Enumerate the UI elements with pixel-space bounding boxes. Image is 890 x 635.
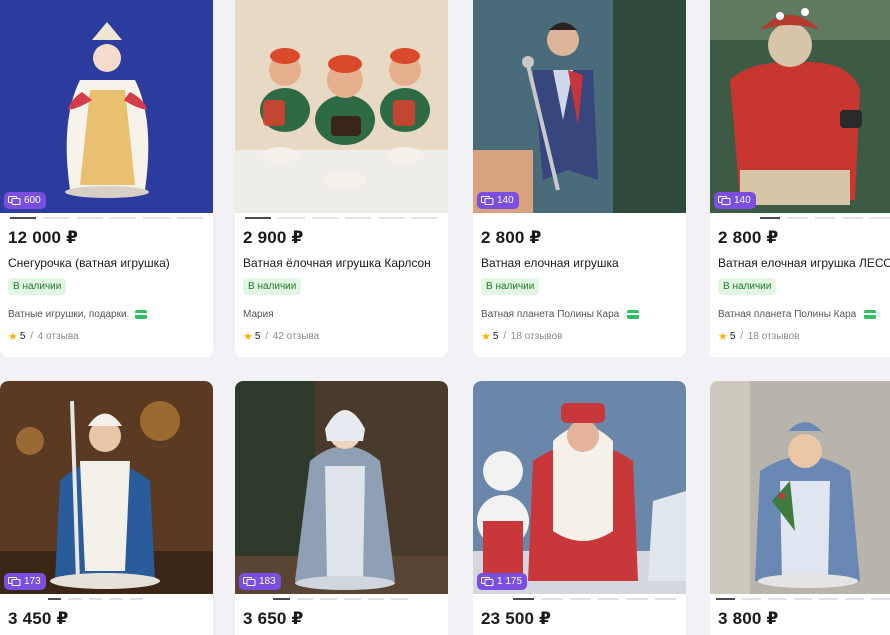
rating-value: 5	[492, 331, 499, 342]
seller-name[interactable]: Ватная планета Полины Кара	[481, 309, 619, 320]
product-title[interactable]: Ватная елочная игрушка	[481, 256, 619, 270]
comments-icon	[243, 577, 256, 586]
photo-count: 140	[497, 195, 514, 206]
card-payment-icon	[627, 310, 640, 319]
product-card[interactable]: 183 3 650 ₽	[235, 381, 448, 635]
product-card[interactable]: 2 900 ₽ Ватная ёлочная игрушка Карлсон В…	[235, 0, 448, 357]
photo-pagination	[245, 217, 438, 219]
photo-pagination	[513, 598, 676, 600]
product-title[interactable]: Снегурочка (ватная игрушка)	[8, 256, 170, 270]
photo-count-badge: 140	[714, 192, 756, 209]
card-payment-icon	[134, 310, 147, 319]
product-card[interactable]: 1 175 23 500 ₽	[473, 381, 686, 635]
photo-pagination	[273, 598, 409, 600]
comments-icon	[8, 196, 21, 205]
reviews-count[interactable]: 4 отзыва	[38, 331, 79, 342]
photo-count-badge: 183	[239, 573, 281, 590]
photo-count-badge: 1 175	[477, 573, 528, 590]
product-card[interactable]: 140 2 800 ₽ Ватная елочная игрушка ЛЕСО …	[710, 0, 890, 357]
stock-badge: В наличии	[718, 278, 777, 295]
comments-icon	[8, 577, 21, 586]
star-icon: ★	[718, 331, 728, 343]
rating: ★ 5 / 42 отзыва	[243, 331, 320, 343]
product-price: 12 000 ₽	[8, 228, 79, 247]
product-photo[interactable]: 140	[710, 0, 890, 213]
product-price: 2 800 ₽	[718, 228, 779, 247]
seller[interactable]: Мария	[243, 309, 274, 320]
seller[interactable]: Ватные игрушки, подарки	[8, 309, 147, 320]
photo-count-badge: 600	[4, 192, 46, 209]
rating: ★ 5 / 18 отзывов	[718, 331, 800, 343]
product-price: 3 450 ₽	[8, 609, 69, 628]
product-price: 3 800 ₽	[718, 609, 779, 628]
rating-value: 5	[19, 331, 26, 342]
photo-pagination	[48, 598, 144, 600]
photo-count: 600	[24, 195, 41, 206]
reviews-count[interactable]: 18 отзывов	[748, 331, 800, 342]
product-price: 2 800 ₽	[481, 228, 542, 247]
reviews-count[interactable]: 18 отзывов	[511, 331, 563, 342]
photo-count-badge: 140	[477, 192, 519, 209]
product-card[interactable]: 140 2 800 ₽ Ватная елочная игрушка В нал…	[473, 0, 686, 357]
comments-icon	[481, 577, 494, 586]
product-card[interactable]: 173 3 450 ₽	[0, 381, 213, 635]
photo-count: 183	[259, 576, 276, 587]
product-photo[interactable]: 600	[0, 0, 213, 213]
product-card[interactable]: 600 12 000 ₽ Снегурочка (ватная игрушка)…	[0, 0, 213, 357]
card-payment-icon	[864, 310, 877, 319]
rating: ★ 5 / 4 отзыва	[8, 331, 79, 343]
product-card[interactable]: 3 800 ₽	[710, 381, 890, 635]
product-price: 3 650 ₽	[243, 609, 304, 628]
stock-badge: В наличии	[481, 278, 540, 295]
seller-name[interactable]: Ватная планета Полины Кара	[718, 309, 856, 320]
seller[interactable]: Ватная планета Полины Кара	[718, 309, 877, 320]
product-photo[interactable]: 173	[0, 381, 213, 594]
star-icon: ★	[481, 331, 491, 343]
product-title[interactable]: Ватная ёлочная игрушка Карлсон	[243, 256, 431, 270]
reviews-count[interactable]: 42 отзыва	[273, 331, 319, 342]
photo-pagination	[10, 217, 203, 219]
product-photo[interactable]	[235, 0, 448, 213]
stock-badge: В наличии	[8, 278, 67, 295]
photo-pagination	[760, 217, 890, 219]
rating-value: 5	[254, 331, 261, 342]
photo-count: 140	[734, 195, 751, 206]
seller-name[interactable]: Мария	[243, 309, 274, 320]
star-icon: ★	[243, 331, 253, 343]
photo-count-badge: 173	[4, 573, 46, 590]
product-photo[interactable]: 140	[473, 0, 686, 213]
product-photo[interactable]: 1 175	[473, 381, 686, 594]
rating-value: 5	[729, 331, 736, 342]
product-price: 2 900 ₽	[243, 228, 304, 247]
seller-name[interactable]: Ватные игрушки, подарки	[8, 309, 127, 320]
product-photo[interactable]	[710, 381, 890, 594]
comments-icon	[718, 196, 731, 205]
seller[interactable]: Ватная планета Полины Кара	[481, 309, 640, 320]
photo-count: 173	[24, 576, 41, 587]
product-photo[interactable]: 183	[235, 381, 448, 594]
product-price: 23 500 ₽	[481, 609, 552, 628]
product-title[interactable]: Ватная елочная игрушка ЛЕСО	[718, 256, 890, 270]
stock-badge: В наличии	[243, 278, 302, 295]
photo-count: 1 175	[497, 576, 523, 587]
rating: ★ 5 / 18 отзывов	[481, 331, 563, 343]
photo-pagination	[716, 598, 890, 600]
star-icon: ★	[8, 331, 18, 343]
comments-icon	[481, 196, 494, 205]
